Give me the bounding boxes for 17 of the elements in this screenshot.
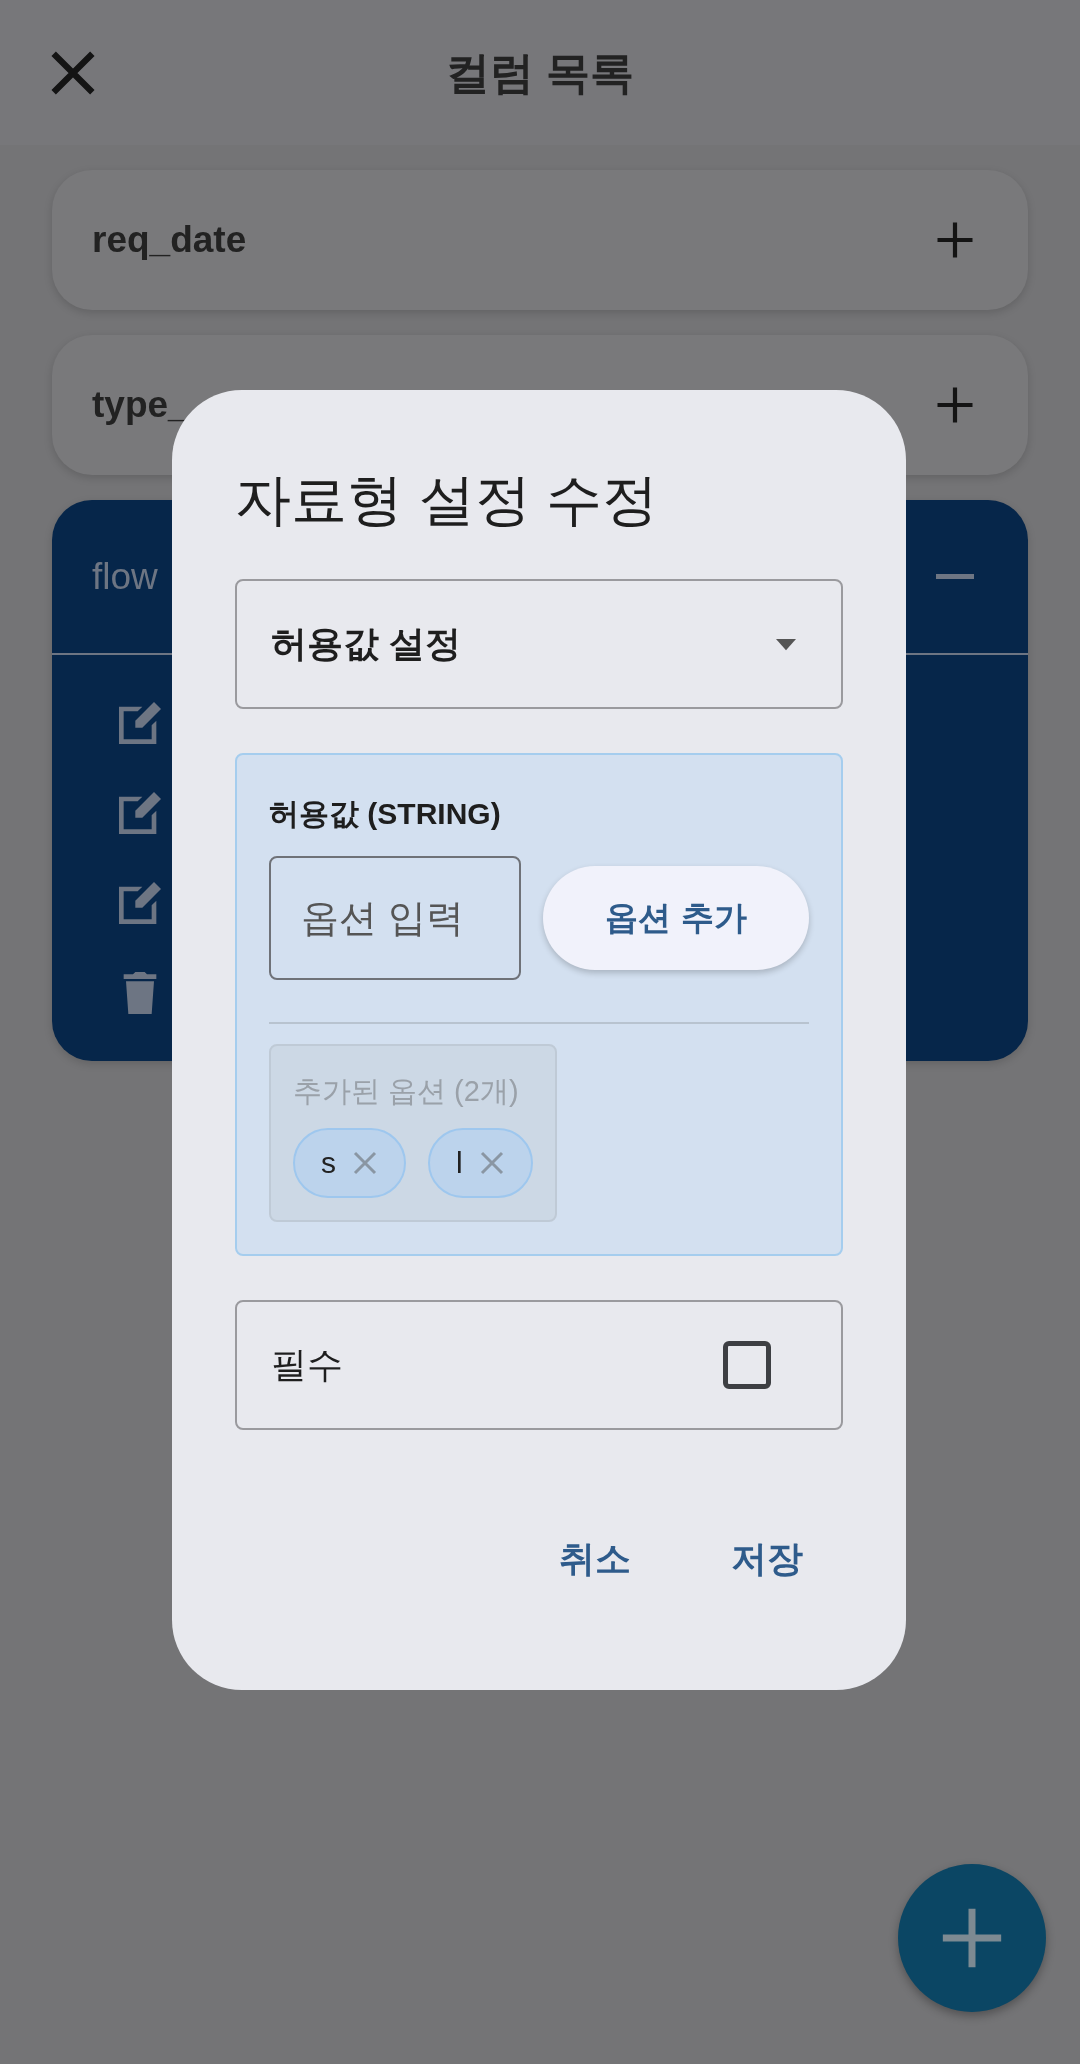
add-option-button[interactable]: 옵션 추가 [543, 866, 809, 971]
required-checkbox[interactable] [723, 1340, 771, 1389]
screen-title: 컬럼 목록 [445, 47, 635, 97]
column-name: type_ [92, 383, 189, 428]
save-button[interactable]: 저장 [711, 1521, 823, 1596]
dialog-title: 자료형 설정 수정 [235, 467, 660, 533]
column-name: flow [92, 554, 158, 599]
added-options-label: 추가된 옵션 (2개) [293, 1074, 520, 1110]
section-label: 허용값 (STRING) [269, 796, 502, 833]
minus-icon [936, 574, 974, 579]
required-label: 필수 [271, 1342, 343, 1387]
chip-label: l [456, 1145, 463, 1182]
type-dropdown[interactable]: 허용값 설정 [235, 579, 843, 710]
column-name: req_date [92, 218, 247, 263]
option-input-field[interactable]: 옵션 입력 [269, 856, 521, 981]
cancel-button[interactable]: 취소 [539, 1521, 651, 1596]
chip-label: s [321, 1145, 336, 1182]
